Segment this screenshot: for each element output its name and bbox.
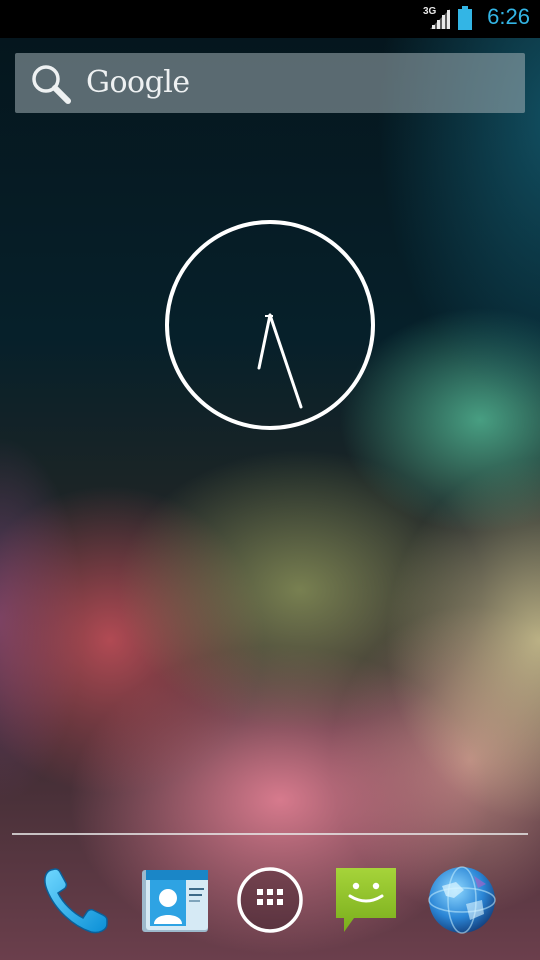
- wallpaper: [0, 0, 540, 960]
- clock-hour-hand: [257, 313, 272, 370]
- phone-icon[interactable]: [37, 862, 113, 938]
- clock-face: [165, 220, 375, 430]
- search-icon: [32, 65, 71, 104]
- google-search-bar[interactable]: Google: [15, 53, 525, 113]
- battery-icon: [458, 6, 472, 30]
- search-label: Google: [86, 65, 190, 100]
- clock-minute-hand: [268, 313, 303, 409]
- browser-globe-icon[interactable]: [424, 862, 500, 938]
- dock-divider: [12, 833, 528, 835]
- messaging-icon[interactable]: [328, 862, 404, 938]
- status-bar[interactable]: 3G 6:26: [0, 0, 540, 38]
- app-drawer-icon[interactable]: [232, 862, 308, 938]
- status-time: 6:26: [487, 4, 530, 29]
- analog-clock-widget[interactable]: [163, 218, 377, 432]
- contacts-icon[interactable]: [136, 862, 212, 938]
- cell-signal-icon: [430, 9, 450, 29]
